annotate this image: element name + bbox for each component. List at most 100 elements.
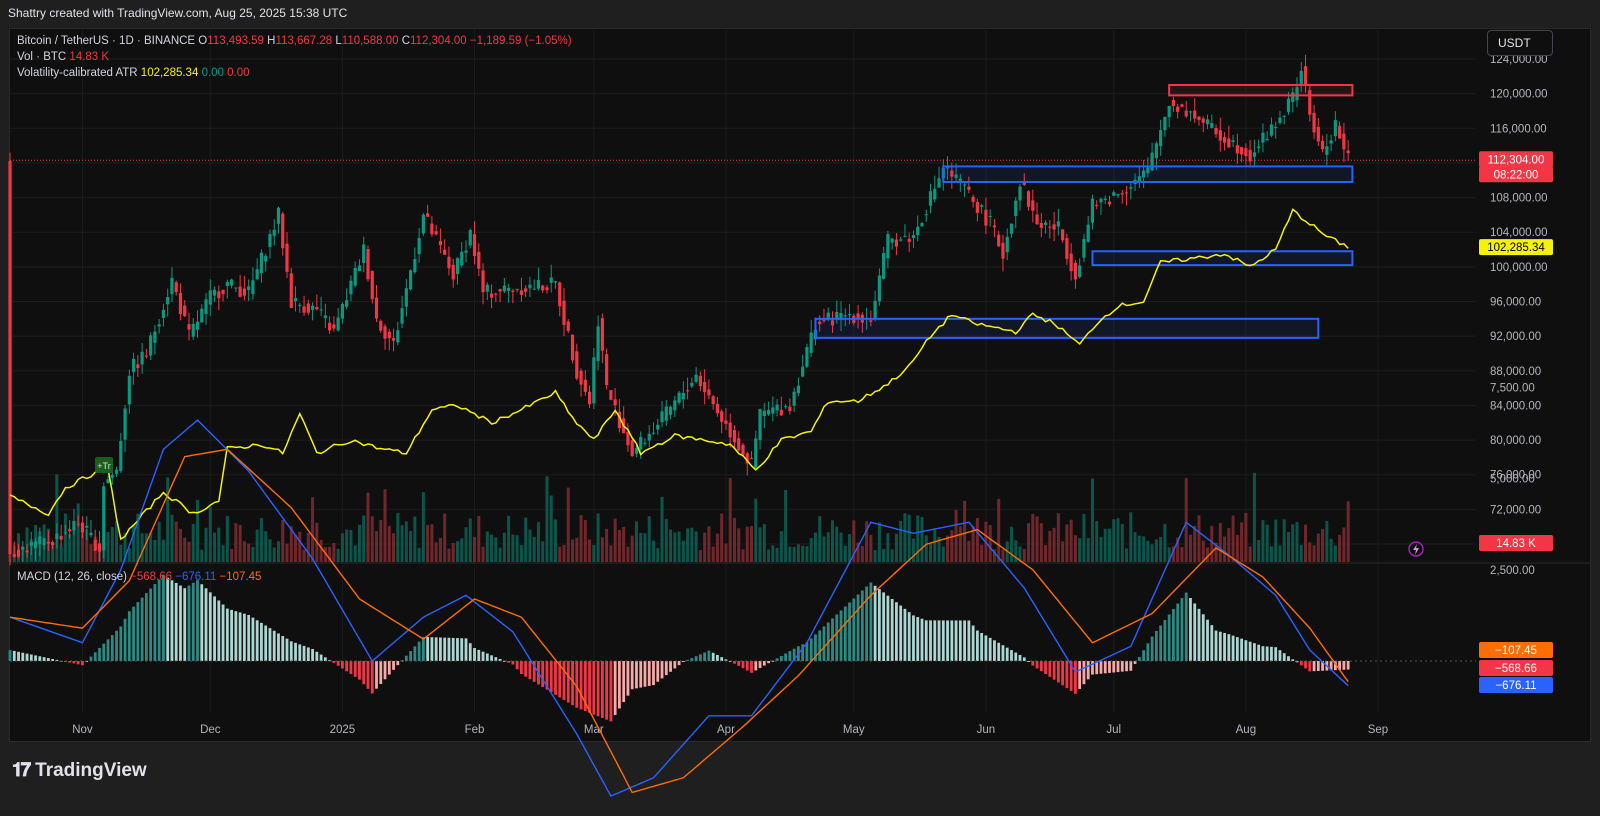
- volume-bar: [899, 520, 903, 562]
- macd-histogram-bar: [694, 656, 698, 661]
- currency-button[interactable]: USDT: [1487, 30, 1553, 56]
- candle-body: [749, 458, 754, 460]
- macd-label[interactable]: MACD (12, 26, close): [17, 571, 127, 583]
- candle-body: [596, 326, 600, 362]
- volume-bar: [268, 539, 272, 562]
- candle-body: [183, 305, 187, 317]
- macd-histogram-bar: [592, 661, 596, 715]
- macd-histogram-bar: [451, 637, 455, 661]
- candle-body: [289, 273, 293, 308]
- candle-body: [1193, 110, 1197, 119]
- candle-body: [1333, 120, 1337, 137]
- open-label: O: [198, 35, 208, 47]
- volume-bar: [204, 527, 208, 562]
- candle-body: [76, 523, 80, 525]
- candle-body: [1026, 191, 1031, 207]
- candle-body: [242, 288, 246, 296]
- volume-bar: [575, 537, 579, 562]
- candle-body: [1303, 66, 1308, 85]
- candle-body: [310, 305, 315, 310]
- macd-histogram-bar: [912, 615, 915, 661]
- candle-body: [775, 404, 779, 411]
- macd-histogram-bar: [1125, 661, 1128, 672]
- macd-histogram-bar: [1137, 657, 1141, 661]
- volume-bar: [149, 532, 153, 562]
- macd-histogram-bar: [166, 577, 170, 661]
- volume-bar: [213, 532, 217, 562]
- macd-histogram-bar: [1099, 661, 1103, 674]
- candle-body: [293, 298, 298, 302]
- volume-bar: [421, 492, 425, 562]
- macd-histogram-bar: [507, 661, 511, 663]
- volume-bar: [336, 548, 340, 562]
- volume-bar: [1257, 539, 1261, 562]
- macd-histogram-bar: [272, 630, 276, 661]
- candle-body: [575, 351, 579, 379]
- candle-body: [85, 525, 89, 528]
- volume-bar: [528, 529, 532, 562]
- candle-body: [703, 381, 707, 393]
- volume-bar: [732, 517, 736, 562]
- macd-histogram-bar: [652, 661, 655, 686]
- tradingview-brand[interactable]: 𝟏𝟕 TradingView: [12, 760, 147, 782]
- candle-body: [1180, 104, 1184, 107]
- macd-histogram-bar: [716, 654, 719, 661]
- macd-histogram-bar: [17, 651, 20, 661]
- volume-bar: [1252, 472, 1256, 562]
- macd-histogram-bar: [1218, 631, 1222, 661]
- macd-histogram-bar: [413, 646, 417, 661]
- symbol-title[interactable]: Bitcoin / TetherUS · 1D · BINANCE: [17, 35, 195, 47]
- volume-bar: [481, 546, 485, 562]
- volume-label[interactable]: Vol · BTC: [17, 51, 66, 63]
- volume-bar: [332, 542, 336, 562]
- candle-body: [600, 318, 604, 351]
- volume-bar: [1095, 521, 1099, 562]
- volume-bar: [1159, 537, 1163, 562]
- volume-bar: [916, 515, 920, 562]
- candle-body: [332, 324, 336, 329]
- candle-body: [1163, 116, 1167, 131]
- price-chart[interactable]: 124,000.00120,000.00116,000.00112,000.00…: [0, 0, 1600, 816]
- price-legend: Bitcoin / TetherUS · 1D · BINANCE O113,4…: [17, 33, 572, 49]
- volume-bar: [443, 513, 447, 562]
- macd-histogram-bar: [1210, 625, 1214, 661]
- macd-histogram-bar: [140, 597, 144, 661]
- candle-body: [899, 239, 903, 241]
- candle-body: [1065, 238, 1069, 259]
- volume-bar: [596, 513, 600, 562]
- macd-histogram-bar: [1206, 619, 1209, 661]
- volume-bar: [762, 524, 766, 562]
- macd-histogram-bar: [1223, 632, 1226, 661]
- macd-histogram-bar: [609, 661, 613, 722]
- candle-body: [472, 234, 477, 257]
- volume-bar: [1180, 547, 1184, 562]
- volume-bar: [677, 531, 681, 562]
- candle-body: [281, 213, 285, 249]
- volume-bar: [396, 513, 400, 562]
- candle-body: [720, 411, 724, 422]
- volume-bar: [375, 531, 378, 562]
- volume-bar: [647, 516, 651, 562]
- volume-bar: [1299, 544, 1303, 562]
- price-tick-label: 116,000.00: [1490, 123, 1547, 135]
- macd-histogram-bar: [485, 653, 489, 661]
- macd-histogram-bar: [464, 638, 468, 661]
- volume-bar: [924, 535, 928, 562]
- volume-bar: [460, 538, 464, 562]
- candle-body: [447, 256, 451, 269]
- macd-histogram-bar: [877, 589, 881, 661]
- atr-label[interactable]: Volatility-calibrated ATR: [17, 67, 138, 79]
- volume-bar: [626, 546, 630, 562]
- volume-bar: [285, 543, 289, 562]
- candle-body: [383, 326, 387, 339]
- macd-histogram-bar: [643, 661, 647, 687]
- high-value: 113,667.28: [275, 35, 333, 47]
- candle-body: [643, 442, 647, 444]
- volume-bar: [196, 499, 200, 562]
- macd-histogram-bar: [1014, 652, 1018, 661]
- candle-body: [737, 438, 741, 451]
- macd-histogram-bar: [1316, 661, 1320, 671]
- macd-histogram-bar: [762, 661, 766, 666]
- macd-histogram-bar: [494, 657, 498, 661]
- candle-body: [59, 535, 63, 540]
